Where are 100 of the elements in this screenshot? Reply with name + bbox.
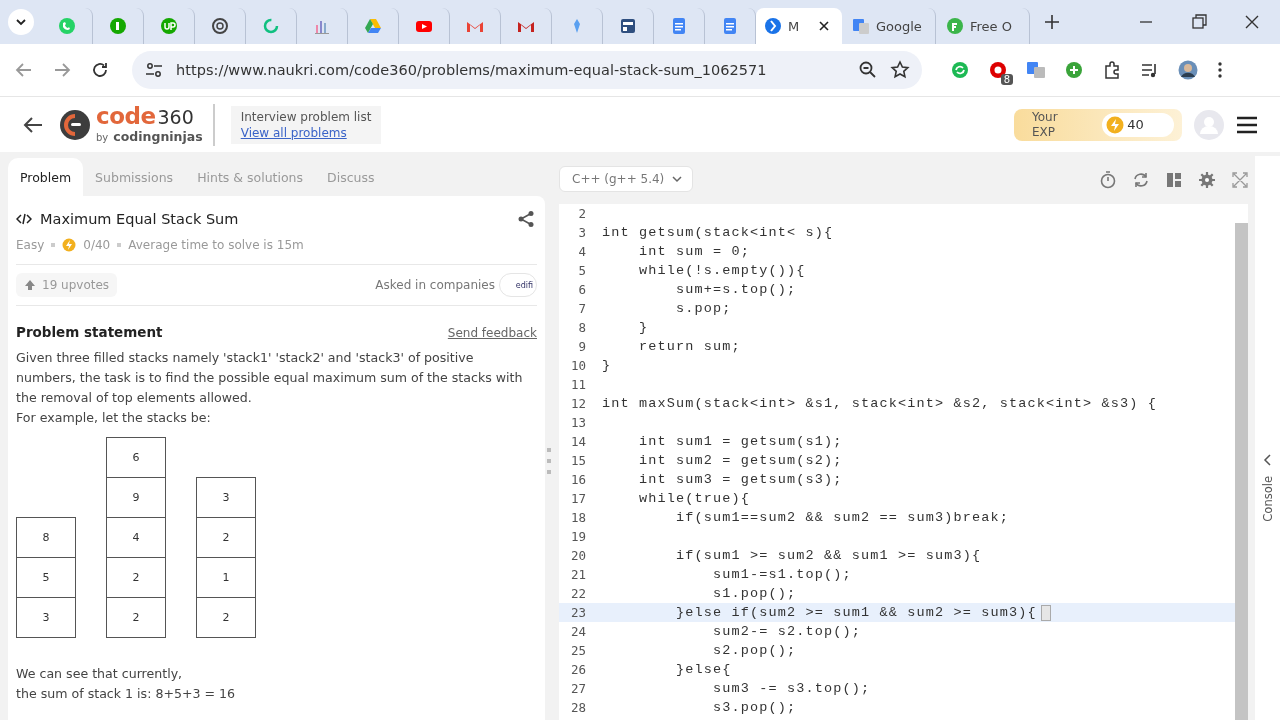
logo-number: 360 xyxy=(157,106,194,128)
code-line: while(!s.empty()){ xyxy=(638,263,806,278)
code-line: sum3 -= s3.top(); xyxy=(712,681,871,696)
statement-paragraph: the sum of stack 1 is: 8+5+3 = 16 xyxy=(16,685,237,703)
line-number: 23 xyxy=(569,605,587,620)
average-time-text: Average time to solve is 15m xyxy=(128,238,304,252)
extension-badge: 8 xyxy=(1000,74,1013,85)
problem-title: Maximum Equal Stack Sum xyxy=(40,211,239,227)
line-number: 22 xyxy=(569,586,587,601)
text-cursor xyxy=(1040,604,1051,621)
send-feedback-link[interactable]: Send feedback xyxy=(447,326,537,340)
view-all-link[interactable]: View all problems xyxy=(240,125,372,140)
menu-icon[interactable] xyxy=(1236,114,1258,135)
code-line: sum1-=s1.top(); xyxy=(712,567,852,582)
ring-icon xyxy=(262,17,280,35)
restore-icon[interactable] xyxy=(1189,12,1209,32)
line-number: 5 xyxy=(577,263,587,278)
drive-icon xyxy=(364,17,382,35)
stack-cell: 2 xyxy=(107,557,165,597)
lightning-icon xyxy=(1106,115,1125,134)
code-line: return sum; xyxy=(638,339,741,354)
line-number: 3 xyxy=(577,225,587,240)
fullscreen-icon[interactable] xyxy=(1230,170,1251,190)
line-number: 24 xyxy=(569,624,587,639)
line-number: 4 xyxy=(577,244,587,259)
site-icon xyxy=(160,17,178,35)
document-icon xyxy=(670,17,688,35)
line-number: 28 xyxy=(569,700,587,715)
star-icon[interactable] xyxy=(890,60,910,80)
share-icon[interactable] xyxy=(517,210,535,228)
line-number: 17 xyxy=(569,491,587,506)
code-line: int sum1 = getsum(s1); xyxy=(638,434,843,449)
line-number: 6 xyxy=(577,282,587,297)
code-line: int sum = 0; xyxy=(638,244,751,259)
problem-tab[interactable]: Problem xyxy=(8,158,84,196)
stack-cell: 1 xyxy=(197,557,255,597)
stack-cell-text: 6 xyxy=(131,450,141,466)
stack-cell: 5 xyxy=(17,557,75,597)
lightning-icon xyxy=(62,238,77,252)
code-line: sum2-= s2.top(); xyxy=(712,624,862,639)
code-line: sum+=s.top(); xyxy=(675,282,797,297)
nav-title: Interview problem list xyxy=(240,109,372,124)
language-dropdown[interactable]: C++ (g++ 5.4) xyxy=(559,166,694,192)
exp-label: Your EXP xyxy=(1032,110,1059,139)
site-settings-icon[interactable] xyxy=(144,60,164,80)
line-number: 19 xyxy=(569,529,587,544)
stack-cell: 2 xyxy=(107,597,165,637)
scrollbar-thumb[interactable] xyxy=(1235,223,1249,720)
puzzle-icon[interactable] xyxy=(1102,60,1122,80)
line-number: 2 xyxy=(577,206,587,221)
line-number: 11 xyxy=(569,377,587,392)
companies-label: Asked in companies xyxy=(375,278,495,292)
zoom-out-icon[interactable] xyxy=(858,60,878,80)
logo-text: code xyxy=(96,103,156,129)
chevron-down-icon[interactable] xyxy=(15,16,27,28)
console-label[interactable]: Console xyxy=(1260,476,1275,522)
line-number: 18 xyxy=(569,510,587,525)
more-icon[interactable] xyxy=(1216,60,1224,80)
site-icon xyxy=(109,17,127,35)
browser-tab[interactable]: M xyxy=(756,8,842,44)
line-number: 7 xyxy=(577,301,587,316)
resize-handle-icon[interactable] xyxy=(547,448,551,474)
line-number: 25 xyxy=(569,643,587,658)
chevron-down-icon xyxy=(672,174,683,184)
stack-cell: 2 xyxy=(197,597,255,637)
exp-value: 40 xyxy=(1127,117,1144,132)
score-text: 0/40 xyxy=(83,238,111,252)
knot-icon xyxy=(211,17,229,35)
statement-paragraph: We can see that currently, xyxy=(16,665,184,683)
difficulty-label: Easy xyxy=(16,238,45,252)
code-line: int getsum(stack<int< s){ xyxy=(602,225,834,240)
stack-cell: 4 xyxy=(107,517,165,557)
translate-icon[interactable] xyxy=(1026,60,1046,80)
close-icon[interactable] xyxy=(818,20,830,32)
code-line: int sum3 = getsum(s3); xyxy=(638,472,843,487)
statement-paragraph: Given three filled stacks namely 'stack1' 'stack2' and 'stack3' of positive numbers, the task is to find the possible equal maximum sum of the stacks with the removal of top elements allowed. xyxy=(16,349,524,407)
chevron-left-icon[interactable] xyxy=(1262,454,1273,466)
code-line: }else if(sum2 >= sum1 && sum2 >= sum3){ xyxy=(675,605,1037,620)
line-number: 8 xyxy=(577,320,587,335)
settings-icon[interactable] xyxy=(1197,170,1218,190)
line-number: 15 xyxy=(569,453,587,468)
refresh-extension-icon[interactable] xyxy=(950,60,970,80)
line-number: 14 xyxy=(569,434,587,449)
code-line: if(sum1==sum2 && sum2 == sum3)break; xyxy=(675,510,1010,525)
section-heading: Problem statement xyxy=(16,324,163,340)
code-line: }else{ xyxy=(675,662,732,677)
plus-circle-icon[interactable] xyxy=(1064,60,1084,80)
code-line: } xyxy=(638,320,649,335)
line-number: 16 xyxy=(569,472,587,487)
stack-cell: 3 xyxy=(17,597,75,637)
back-arrow-icon[interactable] xyxy=(22,114,44,135)
reload-icon[interactable] xyxy=(90,60,110,80)
company-name: edifi xyxy=(515,280,533,290)
avatar-icon[interactable] xyxy=(1178,60,1198,80)
code-line: } xyxy=(602,358,612,373)
line-number: 20 xyxy=(569,548,587,563)
translate-icon xyxy=(852,17,870,35)
new-tab-icon[interactable] xyxy=(1042,12,1062,32)
site-icon xyxy=(946,17,964,35)
code-line: int maxSum(stack<int> &s1, stack<int> &s2, stack<int> &s3) { xyxy=(602,396,1158,411)
